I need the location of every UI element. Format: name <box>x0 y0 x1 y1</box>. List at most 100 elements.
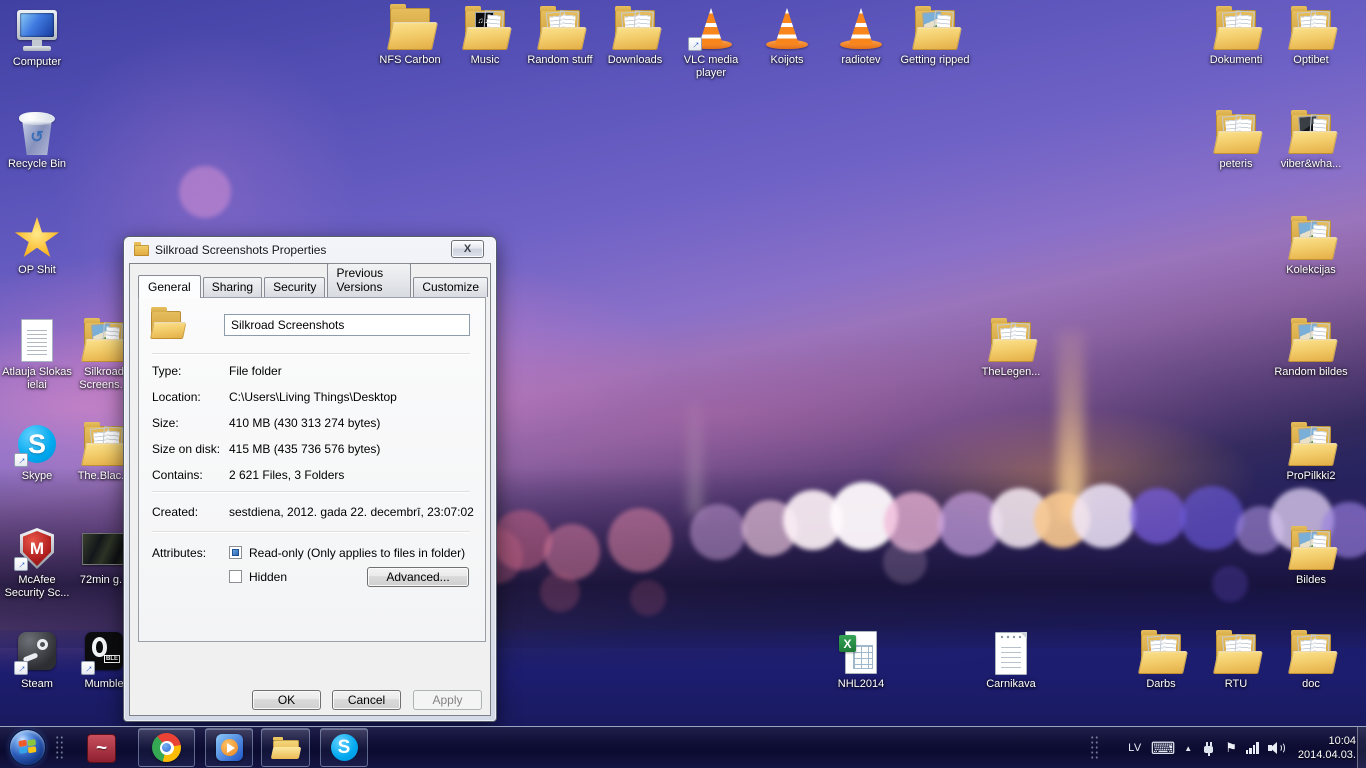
koijots-icon <box>763 6 811 52</box>
tab-general[interactable]: General <box>138 275 201 298</box>
desktop-icon-label: Bildes <box>1273 574 1349 587</box>
close-icon[interactable]: X <box>451 240 484 258</box>
advanced-button[interactable]: Advanced... <box>367 567 469 587</box>
tab-security[interactable]: Security <box>264 277 325 297</box>
desktop-icon-op-shit[interactable]: OP Shit <box>0 216 75 277</box>
desktop-icon-label: Carnikava <box>973 678 1049 691</box>
dialog-tabs: General Sharing Security Previous Versio… <box>138 276 490 297</box>
desktop-icon-label: Recycle Bin <box>0 158 75 171</box>
field-row-location: Location: C:\Users\Living Things\Desktop <box>130 390 490 405</box>
desktop-icon-label: NHL2014 <box>823 678 899 691</box>
desktop-icon-steam[interactable]: →Steam <box>0 630 75 691</box>
clock-date: 2014.04.03. <box>1298 748 1356 762</box>
taskbar-tilde-app-icon[interactable]: ~ <box>87 734 116 763</box>
clock[interactable]: 10:04 2014.04.03. <box>1298 734 1356 762</box>
show-desktop-button[interactable] <box>1357 727 1366 768</box>
dialog-titlebar[interactable]: Silkroad Screenshots Properties X <box>124 237 496 263</box>
system-tray: LV ⌨ ▲ ⚑ 10:04 2014.04.03. <box>1128 727 1356 768</box>
shortcut-arrow-icon: → <box>81 661 95 675</box>
language-indicator[interactable]: LV <box>1128 742 1142 754</box>
desktop-icon-optibet[interactable]: Optibet <box>1273 6 1349 67</box>
desktop-icon-label: doc <box>1273 678 1349 691</box>
tab-previous-versions[interactable]: Previous Versions <box>327 263 411 297</box>
desktop-icon-label: Random stuff <box>522 54 598 67</box>
desktop-icon-nfs-carbon[interactable]: NFS Carbon <box>372 6 448 67</box>
volume-icon[interactable] <box>1268 741 1285 755</box>
desktop-icon-radiotev[interactable]: radiotev <box>823 6 899 67</box>
desktop-icon-bildes[interactable]: Bildes <box>1273 526 1349 587</box>
peteris-icon <box>1212 110 1260 156</box>
shortcut-arrow-icon: → <box>688 37 702 51</box>
nhl2014-icon: X <box>837 630 885 676</box>
tab-customize[interactable]: Customize <box>413 277 488 297</box>
taskbar-chrome-button[interactable] <box>138 728 195 767</box>
desktop-icon-propilkki2[interactable]: ProPilkki2 <box>1273 422 1349 483</box>
desktop-icon-random-stuff[interactable]: Random stuff <box>522 6 598 67</box>
dialog-folder-icon <box>134 245 149 256</box>
nfs-carbon-icon <box>386 6 434 52</box>
desktop-icon-label: Kolekcijas <box>1273 264 1349 277</box>
desktop-icon-rtu[interactable]: RTU <box>1198 630 1274 691</box>
dokumenti-icon <box>1212 6 1260 52</box>
desktop-icon-music[interactable]: ♫♫Music <box>447 6 523 67</box>
doc-icon <box>1287 630 1335 676</box>
carnikava-icon <box>987 630 1035 676</box>
desktop-icon-kolekcijas[interactable]: Kolekcijas <box>1273 216 1349 277</box>
bokeh-light <box>1130 488 1186 544</box>
desktop-icon-thelegen[interactable]: TheLegen... <box>973 318 1049 379</box>
separator <box>152 491 470 493</box>
desktop-icon-skype[interactable]: S→ Skype <box>0 422 75 483</box>
desktop-icon-mcafee[interactable]: M→McAfee Security Sc... <box>0 526 75 600</box>
desktop-icon-nhl2014[interactable]: X NHL2014 <box>823 630 899 691</box>
atlauja-icon <box>13 318 61 364</box>
folder-name-input[interactable]: Silkroad Screenshots <box>224 314 470 336</box>
radiotev-icon <box>837 6 885 52</box>
tab-sharing[interactable]: Sharing <box>203 277 262 297</box>
desktop-icon-doc[interactable]: doc <box>1273 630 1349 691</box>
recycle-bin-icon: ↺ <box>13 110 61 156</box>
desktop-icon-viber-wha[interactable]: viber&wha... <box>1273 110 1349 171</box>
bokeh-light <box>540 572 580 612</box>
desktop-icon-atlauja[interactable]: Atlauja Slokas ielai <box>0 318 75 392</box>
desktop-icon-recycle-bin[interactable]: ↺ Recycle Bin <box>0 110 75 171</box>
desktop-icon-getting-ripped[interactable]: Getting ripped <box>897 6 973 67</box>
desktop-icon-random-bildes[interactable]: Random bildes <box>1273 318 1349 379</box>
chrome-icon <box>152 733 181 762</box>
bokeh-light <box>883 540 927 584</box>
folder-icon <box>149 308 185 340</box>
power-plug-icon[interactable] <box>1201 741 1216 756</box>
desktop-icon-downloads[interactable]: Downloads <box>597 6 673 67</box>
action-center-flag-icon[interactable]: ⚑ <box>1225 740 1237 756</box>
apply-button[interactable]: Apply <box>413 690 482 710</box>
desktop-icon-label: peteris <box>1198 158 1274 171</box>
desktop-icon-label: Skype <box>0 470 75 483</box>
desktop-icon-label: Random bildes <box>1273 366 1349 379</box>
taskbar-explorer-button[interactable] <box>261 728 310 767</box>
desktop-icon-carnikava[interactable]: Carnikava <box>973 630 1049 691</box>
cancel-button[interactable]: Cancel <box>332 690 401 710</box>
desktop-icon-koijots[interactable]: Koijots <box>749 6 825 67</box>
readonly-checkbox[interactable] <box>229 546 242 559</box>
taskbar-skype-button[interactable]: S <box>320 728 368 767</box>
ok-button[interactable]: OK <box>252 690 321 710</box>
bokeh-light <box>1212 566 1248 602</box>
shortcut-arrow-icon: → <box>14 557 28 571</box>
desktop-icon-label: Computer <box>0 56 75 69</box>
desktop-icon-dokumenti[interactable]: Dokumenti <box>1198 6 1274 67</box>
show-hidden-icons-icon[interactable]: ▲ <box>1184 744 1192 753</box>
desktop-icon-peteris[interactable]: peteris <box>1198 110 1274 171</box>
taskbar-grip-dots <box>55 735 64 761</box>
desktop-icon-vlc-media-player[interactable]: →VLC media player <box>673 6 749 80</box>
keyboard-icon[interactable]: ⌨ <box>1151 740 1176 757</box>
taskbar-media-player-button[interactable] <box>205 728 253 767</box>
hidden-checkbox[interactable] <box>229 570 242 583</box>
darbs-icon <box>1137 630 1185 676</box>
start-button[interactable] <box>9 729 46 766</box>
desktop-icon-computer[interactable]: Computer <box>0 8 75 69</box>
bokeh-light <box>1180 486 1244 550</box>
skype-icon: S→ <box>13 422 61 468</box>
network-signal-icon[interactable] <box>1246 742 1259 754</box>
field-row-type: Type: File folder <box>130 364 490 379</box>
desktop-icon-darbs[interactable]: Darbs <box>1123 630 1199 691</box>
rtu-icon <box>1212 630 1260 676</box>
